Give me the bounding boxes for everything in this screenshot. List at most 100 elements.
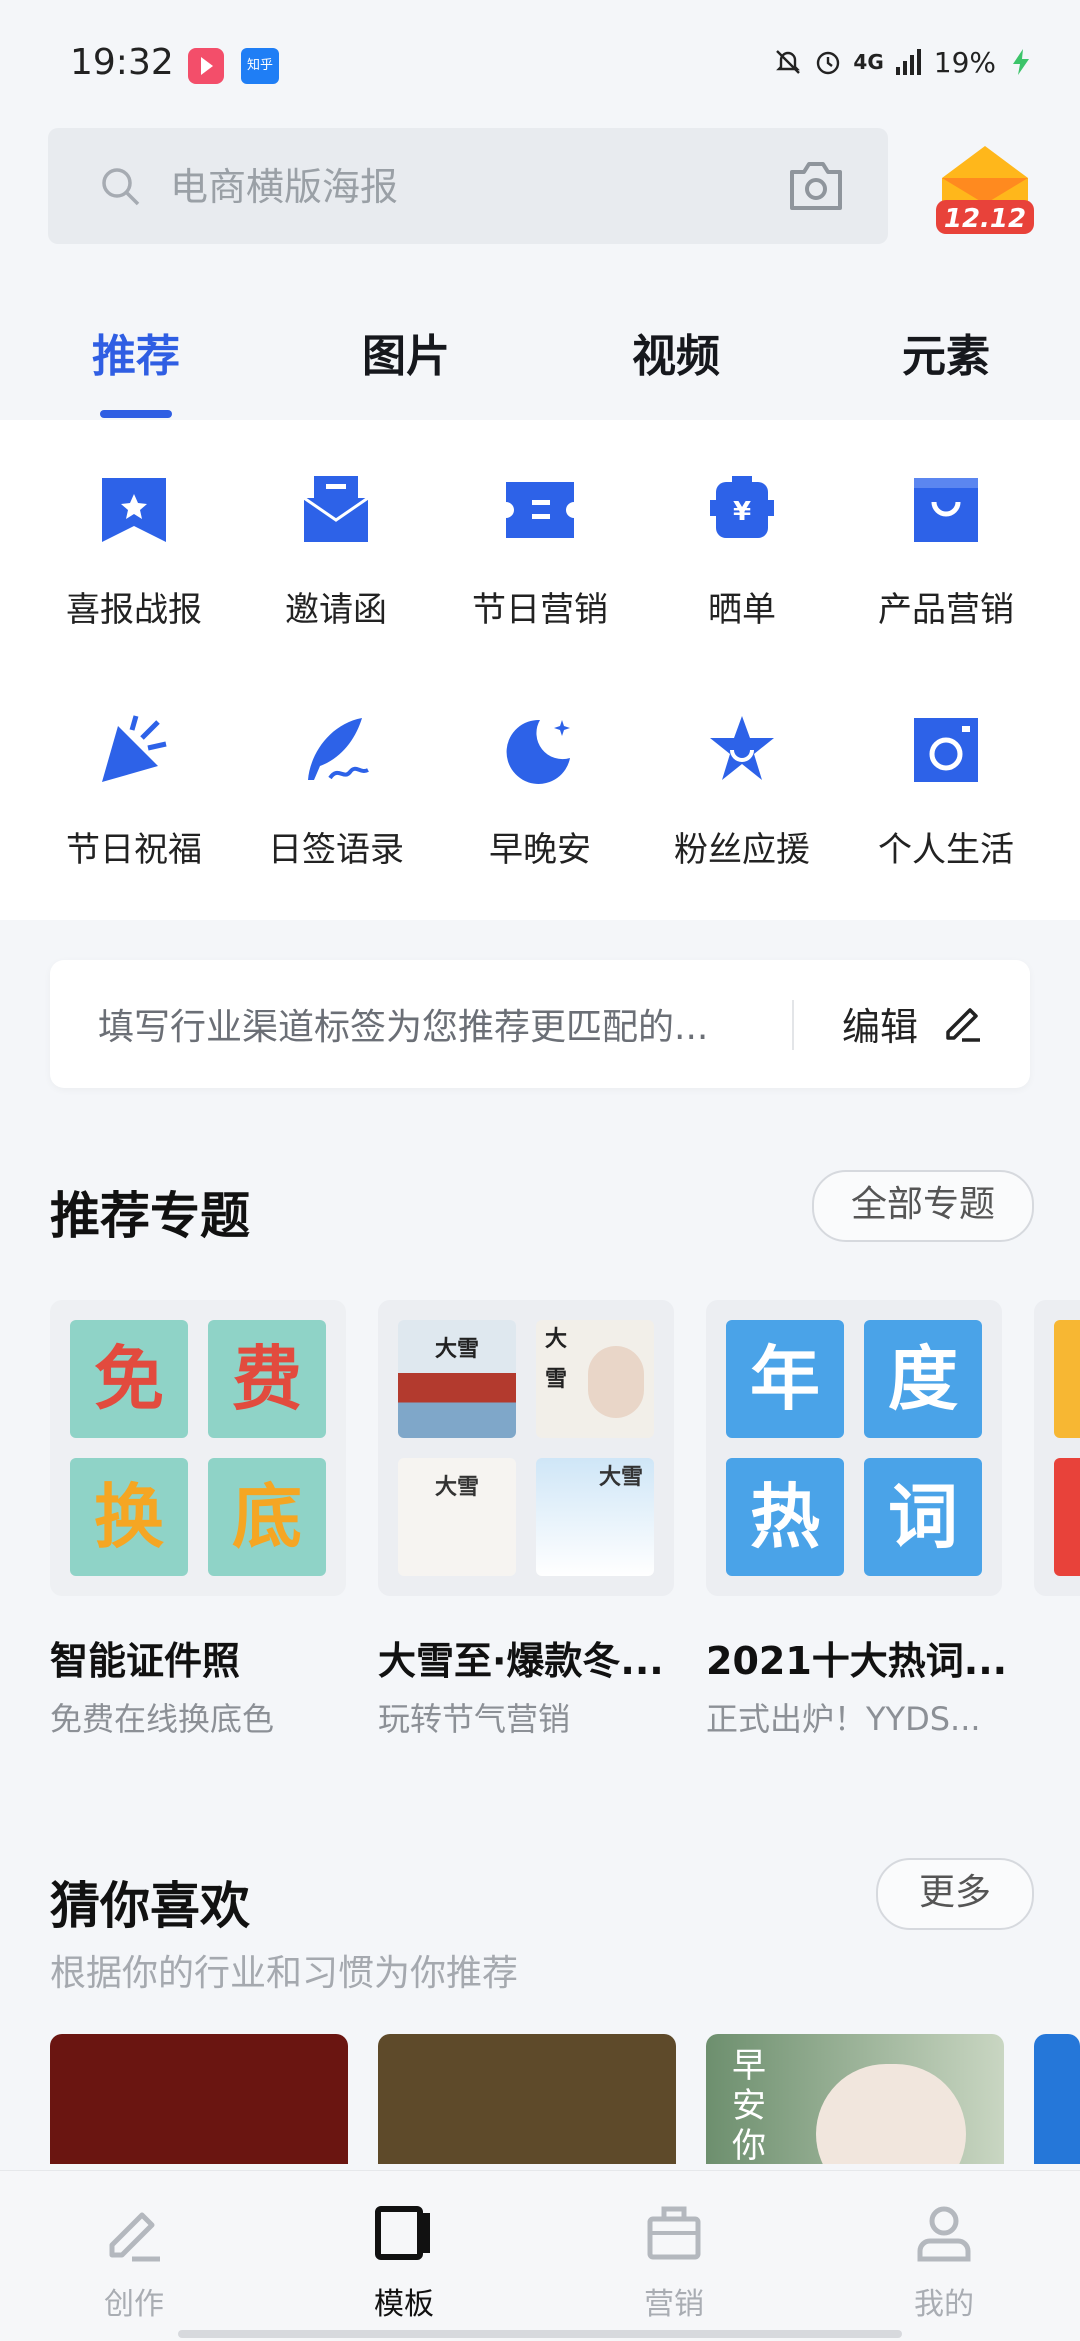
topic-card-id-photo[interactable]: 免 费 换 底 智能证件照 免费在线换底色 xyxy=(50,1300,346,1738)
nav-profile[interactable]: 我的 xyxy=(844,2201,1044,2323)
status-time: 19:32 xyxy=(70,42,174,83)
topic-thumbnail: 大雪 大雪 大雪 大雪 xyxy=(378,1300,674,1596)
tile-text: 热 xyxy=(750,1476,820,1558)
briefcase-icon xyxy=(647,2206,701,2260)
category-item[interactable]: 喜报战报 xyxy=(26,474,242,631)
profile-icon xyxy=(917,2206,971,2262)
nav-label: 我的 xyxy=(914,2287,974,2322)
category-item[interactable]: 早晚安 xyxy=(432,714,648,871)
category-label: 晒单 xyxy=(708,590,776,630)
category-item[interactable]: 个人生活 xyxy=(838,714,1054,871)
industry-tag-banner[interactable]: 填写行业渠道标签为您推荐更匹配的... 编辑 xyxy=(50,960,1030,1088)
status-bar: 19:32 知乎 4G 19% xyxy=(0,0,1080,130)
topic-card-heavy-snow[interactable]: 大雪 大雪 大雪 大雪 大雪至·爆款冬... 玩转节气营销 xyxy=(378,1300,674,1738)
home-indicator[interactable] xyxy=(178,2330,902,2338)
tile-text: 大雪 xyxy=(544,1327,567,1392)
category-item[interactable]: 节日营销 xyxy=(432,474,648,631)
signal-icon xyxy=(895,49,921,75)
industry-prompt: 填写行业渠道标签为您推荐更匹配的... xyxy=(98,1007,709,1048)
topic-title: 2021十大热词... xyxy=(706,1639,1008,1683)
topic-card-double-12[interactable]: 双十 抢先 xyxy=(1034,1300,1080,1596)
category-item[interactable]: ¥ 晒单 xyxy=(634,474,850,631)
section-subtitle-guess: 根据你的行业和习惯为你推荐 xyxy=(50,1953,519,1994)
tab-recommend[interactable]: 推荐 xyxy=(36,320,236,384)
star-badge-icon xyxy=(710,716,774,780)
pencil-icon[interactable] xyxy=(940,1000,984,1044)
promo-label: 12.12 xyxy=(943,204,1027,234)
ticket-icon xyxy=(506,482,574,538)
tab-videos[interactable]: 视频 xyxy=(576,320,776,384)
tile-text: 大雪 xyxy=(598,1465,643,1490)
envelope-icon xyxy=(303,476,369,542)
tile-text: 底 xyxy=(232,1476,302,1558)
section-title-recommended: 推荐专题 xyxy=(50,1187,250,1245)
tile-text: 免 xyxy=(94,1338,164,1420)
pen-icon xyxy=(109,2212,160,2262)
charging-icon xyxy=(1013,49,1029,75)
all-topics-button[interactable]: 全部专题 xyxy=(812,1170,1034,1242)
search-icon xyxy=(102,168,140,206)
search-bar[interactable] xyxy=(48,128,888,244)
topic-thumbnail: 免 费 换 底 xyxy=(50,1300,346,1596)
nav-create[interactable]: 创作 xyxy=(34,2201,234,2323)
nav-label: 模板 xyxy=(374,2287,434,2322)
bottom-navigation: 创作 模板 营销 我的 xyxy=(0,2170,1080,2341)
bell-muted-icon xyxy=(776,50,801,74)
recommend-card[interactable] xyxy=(1034,2034,1080,2164)
promo-1212-badge[interactable]: 12.12 xyxy=(930,138,1040,240)
camera-search-icon[interactable] xyxy=(786,158,846,214)
tile-text: 年 xyxy=(750,1338,820,1420)
category-item[interactable]: 邀请函 xyxy=(228,474,444,631)
search-input[interactable] xyxy=(168,156,792,218)
category-label: 邀请函 xyxy=(285,590,387,630)
zhihu-notification-icon: 知乎 xyxy=(241,48,279,84)
divider xyxy=(792,1000,794,1050)
tile-text: 大雪 xyxy=(434,1337,479,1362)
moon-icon xyxy=(506,719,570,784)
party-popper-icon xyxy=(102,715,167,782)
receipt-yen-icon: ¥ xyxy=(710,476,774,538)
category-item[interactable]: 日签语录 xyxy=(228,714,444,871)
edit-button[interactable]: 编辑 xyxy=(842,996,918,1051)
camera-icon xyxy=(914,718,978,782)
nav-marketing[interactable]: 营销 xyxy=(574,2201,774,2323)
category-item[interactable]: 粉丝应援 xyxy=(634,714,850,871)
topic-tile-image xyxy=(1054,1458,1080,1576)
network-type: 4G xyxy=(853,50,884,74)
tile-text: 换 xyxy=(94,1476,164,1558)
recommend-card[interactable] xyxy=(378,2034,676,2164)
tab-images[interactable]: 图片 xyxy=(306,320,506,384)
topic-thumbnail xyxy=(1034,1300,1080,1596)
category-item[interactable]: 节日祝福 xyxy=(26,714,242,871)
tab-elements[interactable]: 元素 xyxy=(846,320,1046,384)
nav-label: 营销 xyxy=(644,2287,704,2322)
topic-card-hot-words[interactable]: 年 度 热 词 2021十大热词... 正式出炉！YYDS... xyxy=(706,1300,1007,1738)
tile-text: 词 xyxy=(888,1476,958,1558)
category-label: 早晚安 xyxy=(489,830,591,870)
section-title-guess: 猜你喜欢 xyxy=(50,1877,250,1935)
topic-title: 大雪至·爆款冬... xyxy=(378,1639,664,1683)
topic-subtitle: 玩转节气营销 xyxy=(378,1700,571,1738)
svg-text:¥: ¥ xyxy=(733,497,751,527)
tile-text: 大雪 xyxy=(434,1475,479,1500)
video-app-notification-icon xyxy=(188,48,224,84)
category-label: 节日营销 xyxy=(472,590,608,630)
bag-icon xyxy=(914,478,978,542)
category-label: 粉丝应援 xyxy=(674,830,810,870)
topic-title: 智能证件照 xyxy=(50,1639,241,1683)
content-tabs: 推荐 图片 视频 元素 xyxy=(0,300,1080,420)
card-overlay-text: 早安你 xyxy=(732,2046,766,2164)
tile-text: 度 xyxy=(888,1338,958,1420)
category-label: 日签语录 xyxy=(268,830,404,870)
nav-templates[interactable]: 模板 xyxy=(304,2201,504,2323)
recommend-card[interactable]: 早安你 xyxy=(706,2034,1004,2164)
topic-subtitle: 免费在线换底色 xyxy=(50,1700,275,1738)
category-label: 产品营销 xyxy=(878,590,1014,630)
flag-star-icon xyxy=(102,478,166,542)
quill-icon xyxy=(308,718,369,780)
topic-thumbnail: 年 度 热 词 xyxy=(706,1300,1002,1596)
recommend-card[interactable] xyxy=(50,2034,348,2164)
more-button[interactable]: 更多 xyxy=(876,1858,1034,1930)
category-item[interactable]: 产品营销 xyxy=(838,474,1054,631)
status-indicators: 4G 19% xyxy=(773,42,1036,82)
